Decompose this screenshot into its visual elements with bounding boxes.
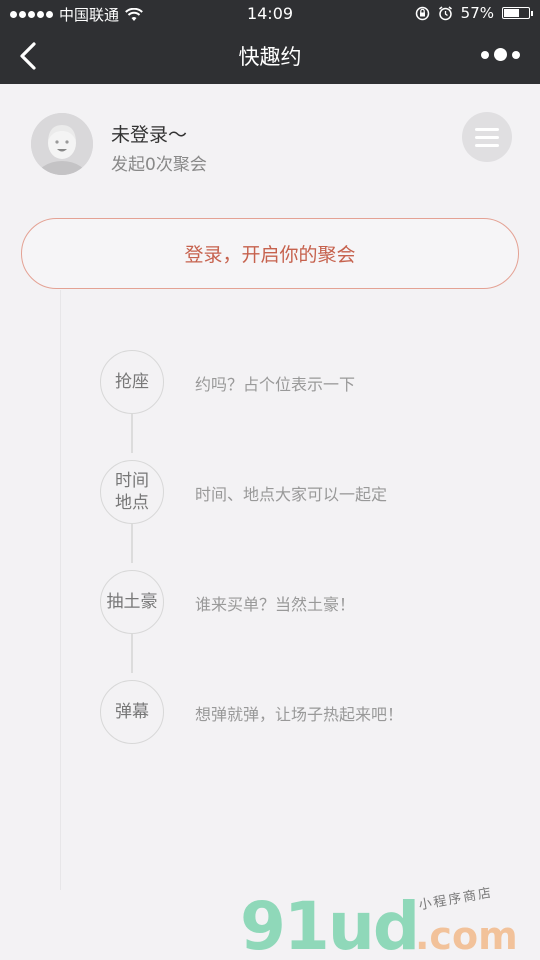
step-title: 抽土豪 [106, 592, 158, 612]
battery-percent: 57% [460, 4, 494, 22]
step-description: 想弹就弹，让场子热起来吧！ [195, 705, 404, 724]
watermark-logo-text: 91ud [240, 888, 420, 960]
step-description: 谁来买单？当然土豪！ [195, 595, 356, 614]
step-title: 时间 地点 [115, 471, 149, 513]
status-bar: 中国联通 14:09 57% [0, 0, 540, 28]
step-description: 约吗？占个位表示一下 [195, 375, 356, 394]
alarm-icon [438, 5, 452, 20]
page-title: 快趣约 [238, 45, 302, 69]
step-description: 时间、地点大家可以一起定 [195, 485, 388, 504]
more-dot-center-icon [494, 48, 507, 61]
step-danmaku: 弹幕 [100, 680, 164, 744]
menu-button[interactable] [462, 112, 512, 162]
step-time-place: 时间 地点 [100, 460, 164, 524]
status-right: 57% [415, 4, 533, 22]
step-connector [131, 413, 133, 453]
hamburger-line-icon [475, 143, 499, 147]
hamburger-line-icon [475, 135, 499, 139]
nav-bar: 快趣约 [0, 28, 540, 84]
decorative-divider [60, 290, 61, 890]
avatar[interactable] [31, 113, 93, 175]
rotation-lock-icon [415, 6, 429, 20]
battery-icon [502, 7, 533, 19]
step-connector [131, 633, 133, 673]
watermark-logo: 91ud 小程序商店 .com [240, 886, 530, 960]
default-avatar-icon [31, 113, 93, 175]
step-connector [131, 523, 133, 563]
login-button-label: 登录，开启你的聚会 [184, 244, 356, 266]
gathering-count: 发起0次聚会 [111, 155, 207, 175]
step-title: 抢座 [115, 372, 149, 392]
watermark-tagline: 小程序商店 [417, 885, 495, 914]
step-pick-payer: 抽土豪 [100, 570, 164, 634]
step-grab-seat: 抢座 [100, 350, 164, 414]
hamburger-line-icon [475, 127, 499, 131]
user-name: 未登录～ [111, 124, 188, 146]
more-dot-icon [481, 50, 489, 59]
more-dot-icon [512, 50, 520, 59]
step-title: 弹幕 [115, 702, 149, 722]
watermark-domain: .com [415, 914, 518, 958]
more-button[interactable] [481, 48, 520, 61]
login-button[interactable]: 登录，开启你的聚会 [21, 218, 519, 289]
